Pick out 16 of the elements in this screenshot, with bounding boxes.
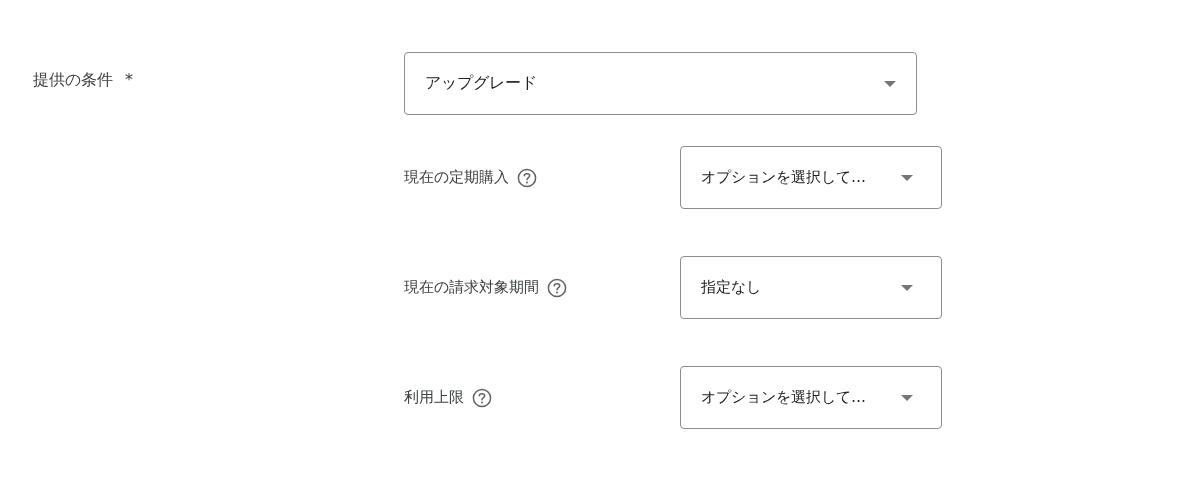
help-icon[interactable] xyxy=(517,167,537,188)
caret-icon xyxy=(901,174,913,181)
dropdown[interactable]: アップグレード xyxy=(404,52,917,115)
dropdown[interactable]: オプションを選択して… xyxy=(680,366,942,429)
field-label: 提供の条件 xyxy=(33,70,113,91)
field-label: 利用上限 xyxy=(404,388,464,407)
caret-icon xyxy=(901,284,913,291)
caret-icon xyxy=(884,80,896,87)
help-icon[interactable] xyxy=(547,277,567,298)
field-label: 現在の請求対象期間 xyxy=(404,278,539,297)
field-label: 現在の定期購入 xyxy=(404,168,509,187)
required-mark: * xyxy=(125,70,133,89)
dropdown[interactable]: オプションを選択して… xyxy=(680,146,942,209)
dropdown[interactable]: 指定なし xyxy=(680,256,942,319)
help-icon[interactable] xyxy=(472,387,492,408)
caret-icon xyxy=(901,394,913,401)
